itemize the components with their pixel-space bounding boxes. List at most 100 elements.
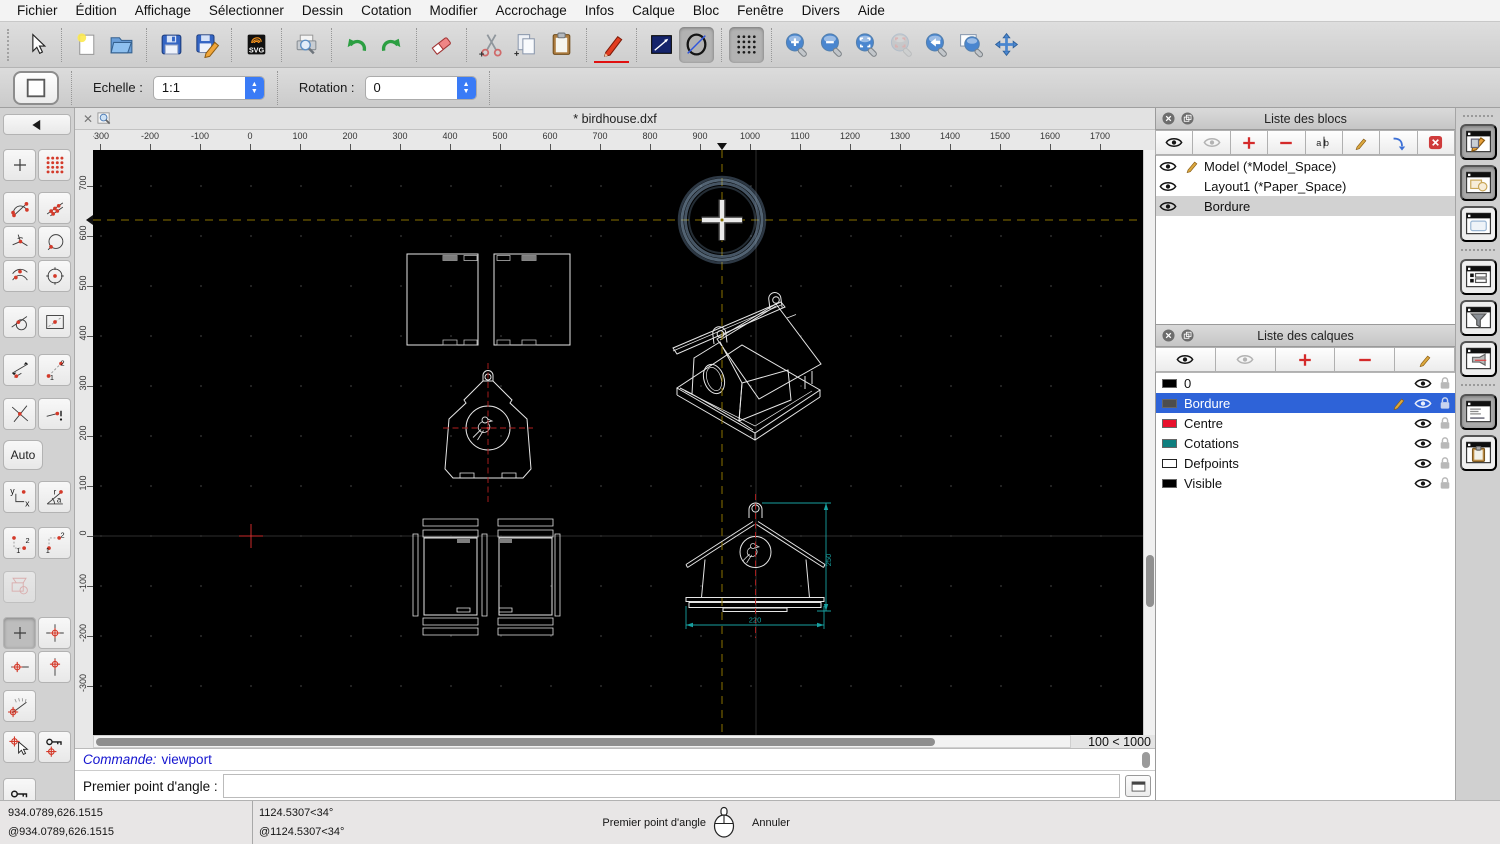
edit-pencil-icon[interactable] (1387, 396, 1411, 410)
layers-hide-all-button[interactable] (1214, 347, 1276, 372)
snap-relative-1-button[interactable] (3, 354, 36, 386)
dock-list-button[interactable] (1459, 258, 1497, 295)
open-file-button[interactable] (104, 27, 139, 63)
lock-icon[interactable] (1435, 436, 1455, 450)
detach-panel-icon[interactable] (1181, 329, 1194, 342)
layers-add-button[interactable] (1274, 347, 1336, 372)
export-svg-button[interactable]: SVG (239, 27, 274, 63)
layer-row-visible[interactable]: Visible (1156, 473, 1455, 493)
block-row-bordure[interactable]: Bordure (1156, 196, 1455, 216)
stepper-icon[interactable]: ▲ ▼ (244, 76, 264, 99)
snap-on-entity-button[interactable] (38, 192, 71, 224)
snap-auto-button[interactable]: Auto (3, 440, 43, 470)
snap-center-button[interactable] (38, 260, 71, 292)
redo-button[interactable] (374, 27, 409, 63)
restrict-orthogonal-button[interactable] (38, 617, 71, 649)
close-panel-icon[interactable] (1162, 329, 1175, 342)
layer-row-0[interactable]: 0 (1156, 373, 1455, 393)
snap-tangent-button[interactable] (3, 306, 36, 338)
menu-accrochage[interactable]: Accrochage (486, 3, 575, 18)
layer-row-defpoints[interactable]: Defpoints (1156, 453, 1455, 473)
blocks-hide-all-button[interactable] (1192, 130, 1231, 155)
block-row-model-model-space-[interactable]: Model (*Model_Space) (1156, 156, 1455, 176)
snap-reference-button[interactable] (38, 306, 71, 338)
snap-endpoints-button[interactable] (3, 192, 36, 224)
menu-selectionner[interactable]: Sélectionner (200, 3, 293, 18)
menu-edition[interactable]: Édition (67, 3, 126, 18)
pen-edit-button[interactable] (594, 29, 629, 63)
menu-fenetre[interactable]: Fenêtre (728, 3, 793, 18)
blocks-remove-button[interactable] (1267, 130, 1306, 155)
back-arrow-button[interactable] (3, 114, 71, 135)
visibility-eye-icon[interactable] (1156, 180, 1180, 193)
dock-handle[interactable] (1463, 115, 1493, 117)
edit-pencil-icon[interactable] (1180, 159, 1204, 173)
save-button[interactable] (154, 27, 189, 63)
close-panel-icon[interactable] (1162, 112, 1175, 125)
visibility-eye-icon[interactable] (1411, 457, 1435, 470)
block-row-layout1-paper-space-[interactable]: Layout1 (*Paper_Space) (1156, 176, 1455, 196)
snap-circle-button[interactable] (38, 226, 71, 258)
circle-attributes-button[interactable] (679, 26, 714, 63)
snap-intersection-button[interactable] (3, 398, 36, 430)
command-window-button[interactable] (1125, 775, 1151, 797)
eraser-button[interactable] (424, 27, 459, 63)
visibility-eye-icon[interactable] (1411, 377, 1435, 390)
zoom-out-button[interactable] (814, 27, 849, 63)
restrict-nothing-button[interactable] (3, 617, 36, 649)
paste-button[interactable] (544, 27, 579, 63)
angle-gauge-button[interactable] (3, 690, 36, 722)
dock-layer-pen-button[interactable] (1459, 123, 1497, 160)
layer-row-centre[interactable]: Centre (1156, 413, 1455, 433)
drawing-canvas[interactable]: 250 220 (93, 150, 1143, 735)
vertical-scrollbar[interactable] (1143, 150, 1155, 735)
visibility-eye-icon[interactable] (1411, 477, 1435, 490)
coord-cartesian-button[interactable]: yx (3, 481, 36, 513)
new-document-button[interactable] (69, 27, 104, 63)
blocks-edit-button[interactable] (1341, 130, 1381, 155)
layer-row-cotations[interactable]: Cotations (1156, 433, 1455, 453)
snap-rel-points-button[interactable]: 12 (3, 527, 36, 559)
zoom-pan-button[interactable] (989, 27, 1024, 63)
detach-panel-icon[interactable] (1181, 112, 1194, 125)
lock-icon[interactable] (1435, 376, 1455, 390)
viewport-button[interactable] (13, 70, 59, 105)
dock-clipboard-button[interactable] (1459, 434, 1497, 471)
layers-edit-button[interactable] (1394, 347, 1455, 372)
print-preview-button[interactable] (289, 27, 324, 63)
command-scrollbar-thumb[interactable] (1142, 752, 1150, 768)
menu-cotation[interactable]: Cotation (352, 3, 420, 18)
menu-divers[interactable]: Divers (793, 3, 849, 18)
scale-select[interactable]: 1:1 ▲ ▼ (152, 75, 265, 100)
visibility-eye-icon[interactable] (1411, 417, 1435, 430)
select-arrow-button[interactable] (19, 27, 54, 63)
menu-calque[interactable]: Calque (623, 3, 684, 18)
horizontal-scrollbar-thumb[interactable] (96, 737, 936, 746)
horizontal-scrollbar[interactable] (93, 735, 1071, 748)
snap-perpendicular-button[interactable] (3, 226, 36, 258)
dock-filter-button[interactable] (1459, 299, 1497, 336)
rotation-select[interactable]: 0 ▲ ▼ (364, 75, 477, 100)
zoom-selection-button[interactable] (884, 27, 919, 63)
layers-remove-button[interactable] (1334, 347, 1396, 372)
zoom-auto-button[interactable] (849, 27, 884, 63)
coord-polar-button[interactable]: ra (38, 481, 71, 513)
cut-button[interactable] (474, 27, 509, 63)
snap-relative-2-button[interactable]: 12 (38, 354, 71, 386)
menu-dessin[interactable]: Dessin (293, 3, 352, 18)
visibility-eye-icon[interactable] (1411, 397, 1435, 410)
visibility-eye-icon[interactable] (1411, 437, 1435, 450)
copy-button[interactable] (509, 27, 544, 63)
zoom-previous-button[interactable] (919, 27, 954, 63)
menu-aide[interactable]: Aide (849, 3, 894, 18)
snap-free-button[interactable] (3, 149, 36, 181)
dock-blocks-button[interactable] (1459, 164, 1497, 201)
vertical-scrollbar-thumb[interactable] (1145, 555, 1154, 607)
layer-entity-button[interactable] (3, 571, 36, 603)
zoom-in-button[interactable] (779, 27, 814, 63)
snap-middle-button[interactable] (3, 260, 36, 292)
undo-button[interactable] (339, 27, 374, 63)
lock-icon[interactable] (1435, 456, 1455, 470)
lock-icon[interactable] (1435, 476, 1455, 490)
visibility-eye-icon[interactable] (1156, 200, 1180, 213)
